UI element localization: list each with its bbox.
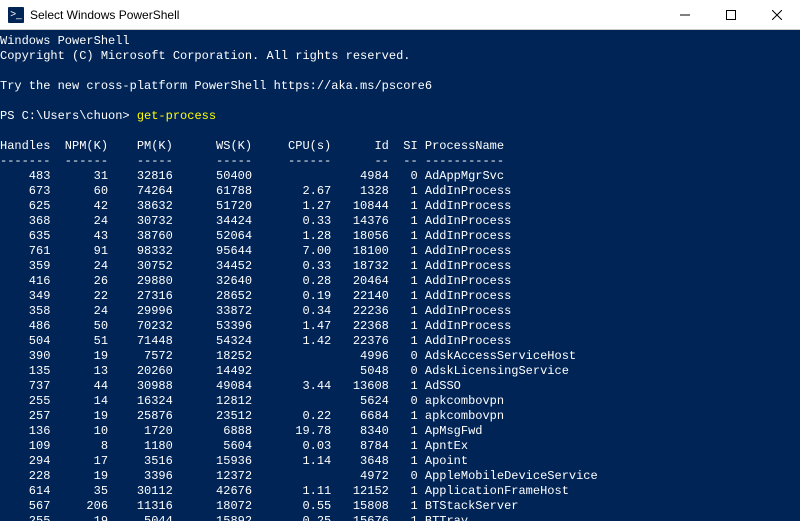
terminal-line <box>0 124 800 139</box>
window-title: Select Windows PowerShell <box>30 8 662 22</box>
terminal-line <box>0 64 800 79</box>
terminal-output[interactable]: Windows PowerShellCopyright (C) Microsof… <box>0 30 800 521</box>
maximize-button[interactable] <box>708 0 754 30</box>
window-controls <box>662 0 800 29</box>
table-row: 368 24 30732 34424 0.33 14376 1 AddInPro… <box>0 214 800 229</box>
table-row: 416 26 29880 32640 0.28 20464 1 AddInPro… <box>0 274 800 289</box>
command-text: get-process <box>137 109 216 123</box>
terminal-line: Copyright (C) Microsoft Corporation. All… <box>0 49 800 64</box>
table-row: 614 35 30112 42676 1.11 12152 1 Applicat… <box>0 484 800 499</box>
table-row: 109 8 1180 5604 0.03 8784 1 ApntEx <box>0 439 800 454</box>
table-row: 257 19 25876 23512 0.22 6684 1 apkcombov… <box>0 409 800 424</box>
prompt-line: PS C:\Users\chuon> get-process <box>0 109 800 124</box>
terminal-line: Try the new cross-platform PowerShell ht… <box>0 79 800 94</box>
table-row: 486 50 70232 53396 1.47 22368 1 AddInPro… <box>0 319 800 334</box>
terminal-line <box>0 94 800 109</box>
table-row: 761 91 98332 95644 7.00 18100 1 AddInPro… <box>0 244 800 259</box>
table-row: 294 17 3516 15936 1.14 3648 1 Apoint <box>0 454 800 469</box>
table-row: 673 60 74264 61788 2.67 1328 1 AddInProc… <box>0 184 800 199</box>
table-row: 635 43 38760 52064 1.28 18056 1 AddInPro… <box>0 229 800 244</box>
table-row: 255 19 5044 15892 0.25 15676 1 BTTray <box>0 514 800 521</box>
table-row: 737 44 30988 49084 3.44 13608 1 AdSSO <box>0 379 800 394</box>
column-headers: Handles NPM(K) PM(K) WS(K) CPU(s) Id SI … <box>0 139 800 154</box>
table-row: 135 13 20260 14492 5048 0 AdskLicensingS… <box>0 364 800 379</box>
terminal-line: Windows PowerShell <box>0 34 800 49</box>
table-row: 567 206 11316 18072 0.55 15808 1 BTStack… <box>0 499 800 514</box>
powershell-icon: >_ <box>8 7 24 23</box>
minimize-button[interactable] <box>662 0 708 30</box>
table-row: 504 51 71448 54324 1.42 22376 1 AddInPro… <box>0 334 800 349</box>
table-row: 255 14 16324 12812 5624 0 apkcombovpn <box>0 394 800 409</box>
table-row: 136 10 1720 6888 19.78 8340 1 ApMsgFwd <box>0 424 800 439</box>
table-row: 483 31 32816 50400 4984 0 AdAppMgrSvc <box>0 169 800 184</box>
titlebar: >_ Select Windows PowerShell <box>0 0 800 30</box>
table-row: 228 19 3396 12372 4972 0 AppleMobileDevi… <box>0 469 800 484</box>
close-button[interactable] <box>754 0 800 30</box>
table-row: 625 42 38632 51720 1.27 10844 1 AddInPro… <box>0 199 800 214</box>
table-row: 390 19 7572 18252 4996 0 AdskAccessServi… <box>0 349 800 364</box>
table-row: 359 24 30752 34452 0.33 18732 1 AddInPro… <box>0 259 800 274</box>
table-row: 349 22 27316 28652 0.19 22140 1 AddInPro… <box>0 289 800 304</box>
column-separator: ------- ------ ----- ----- ------ -- -- … <box>0 154 800 169</box>
table-row: 358 24 29996 33872 0.34 22236 1 AddInPro… <box>0 304 800 319</box>
